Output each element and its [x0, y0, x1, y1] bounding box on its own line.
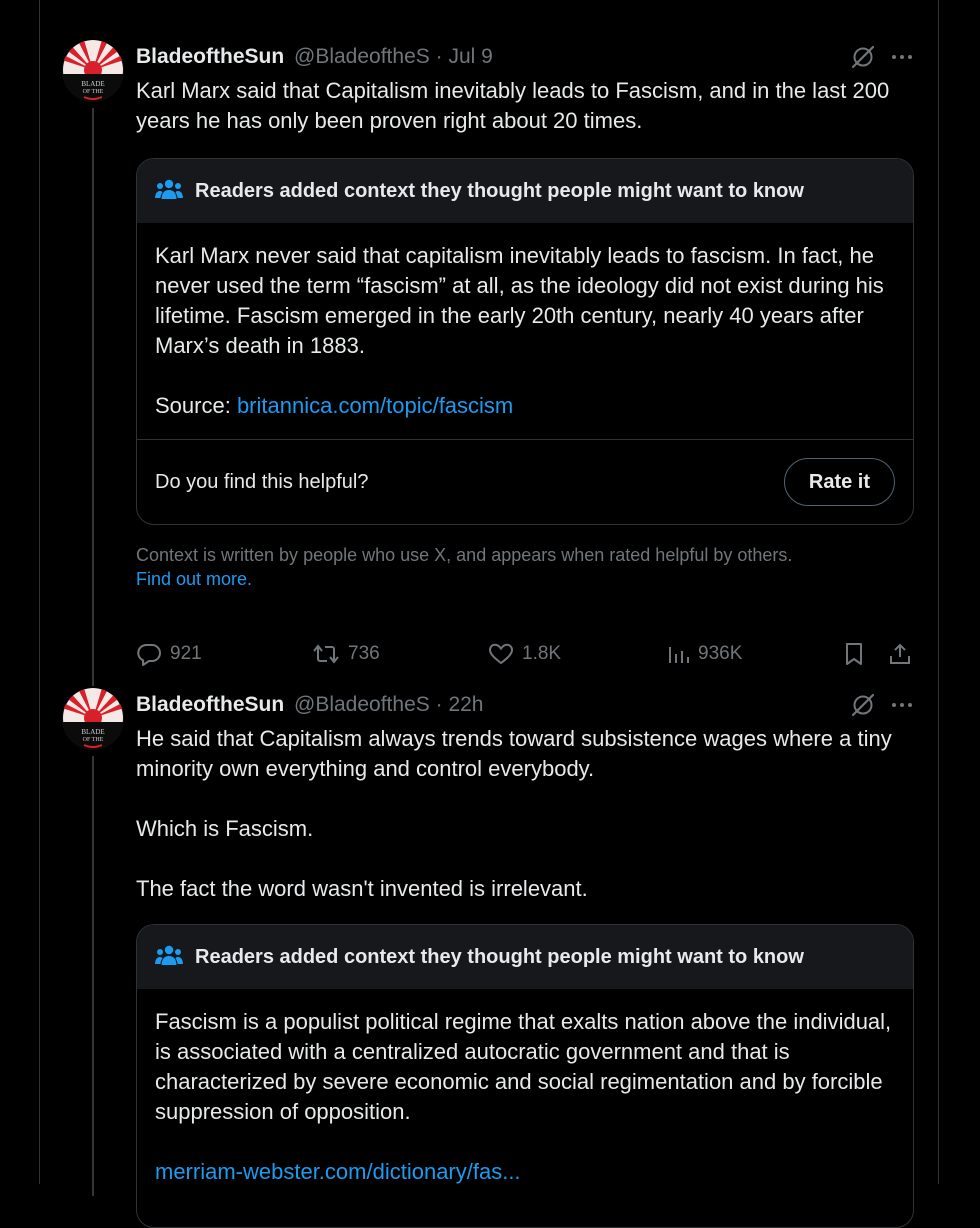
grok-slash-icon[interactable] — [850, 692, 876, 718]
avatar-logo-text: BLADE — [81, 728, 104, 736]
views-count: 936K — [698, 643, 743, 664]
note-header: Readers added context they thought peopl… — [137, 159, 913, 223]
note-body: Fascism is a populist political regime t… — [137, 989, 913, 1227]
note-header-label: Readers added context they thought peopl… — [195, 179, 804, 202]
grok-slash-icon[interactable] — [850, 44, 876, 70]
repost-count: 736 — [348, 643, 380, 664]
avatar-logo-text: BLADE — [81, 80, 104, 88]
avatar[interactable]: BLADE OF THE — [62, 40, 124, 102]
source-label: Source: — [155, 393, 237, 418]
timestamp[interactable]: 22h — [448, 693, 483, 716]
reply-icon — [136, 641, 162, 667]
tweet-text: He said that Capitalism always trends to… — [136, 726, 892, 901]
rate-it-button[interactable]: Rate it — [783, 458, 895, 506]
display-name[interactable]: BladeoftheSun — [136, 693, 284, 716]
bookmark-button[interactable] — [842, 639, 866, 669]
views-bars-icon — [666, 641, 690, 667]
community-notes-people-icon — [155, 177, 183, 206]
timeline-left-border — [39, 0, 40, 1184]
note-text: Fascism is a populist political regime t… — [155, 1009, 892, 1124]
source-link[interactable]: merriam-webster.com/dictionary/fas... — [155, 1159, 521, 1184]
tweet-text: Karl Marx said that Capitalism inevitabl… — [136, 78, 896, 133]
share-icon — [888, 641, 912, 667]
like-button[interactable]: 1.8K — [488, 639, 561, 669]
community-note: Readers added context they thought peopl… — [136, 158, 914, 525]
share-button[interactable] — [888, 639, 912, 669]
avatar[interactable]: BLADE OF THE — [62, 688, 124, 750]
avatar-logo-text: OF THE — [83, 89, 104, 95]
repost-button[interactable]: 736 — [312, 639, 380, 669]
thread-line — [92, 756, 94, 1196]
note-body: Karl Marx never said that capitalism ine… — [137, 223, 913, 439]
reply-count: 921 — [170, 643, 202, 664]
like-heart-icon — [488, 641, 514, 667]
repost-icon — [312, 641, 340, 667]
community-note: Readers added context they thought peopl… — [136, 924, 914, 1228]
display-name[interactable]: BladeoftheSun — [136, 45, 284, 68]
timeline-right-border — [938, 0, 939, 1184]
note-source: merriam-webster.com/dictionary/fas... — [155, 1157, 895, 1227]
separator-dot: · — [429, 45, 449, 68]
more-dots-icon[interactable] — [890, 693, 914, 717]
avatar-image: BLADE OF THE — [62, 688, 124, 750]
action-bar: 921 736 1.8K 936K — [136, 639, 914, 669]
like-count: 1.8K — [522, 643, 562, 664]
user-handle[interactable]: @BladeoftheS — [294, 45, 430, 68]
separator-dot: · — [429, 693, 449, 716]
reply-button[interactable]: 921 — [136, 639, 202, 669]
context-disclaimer: Context is written by people who use X, … — [136, 543, 914, 591]
note-header: Readers added context they thought peopl… — [137, 925, 913, 989]
tweet-header: BladeoftheSun @BladeoftheS · 22h — [136, 690, 914, 720]
source-link[interactable]: britannica.com/topic/fascism — [237, 393, 513, 418]
helpful-question: Do you find this helpful? — [155, 470, 369, 493]
more-dots-icon[interactable] — [890, 45, 914, 69]
note-text: Karl Marx never said that capitalism ine… — [155, 243, 884, 358]
tweet-header: BladeoftheSun @BladeoftheS · Jul 9 — [136, 42, 914, 72]
avatar-image: BLADE OF THE — [62, 40, 124, 102]
note-rating-row: Do you find this helpful? Rate it — [137, 439, 913, 524]
context-text: Context is written by people who use X, … — [136, 545, 793, 565]
find-out-more-link[interactable]: Find out more. — [136, 567, 914, 591]
thread-line — [92, 108, 94, 686]
bookmark-icon — [842, 641, 866, 667]
user-handle[interactable]: @BladeoftheS — [294, 693, 430, 716]
note-source: Source: britannica.com/topic/fascism — [155, 391, 895, 439]
community-notes-people-icon — [155, 943, 183, 972]
note-header-label: Readers added context they thought peopl… — [195, 945, 804, 968]
views-button[interactable]: 936K — [666, 639, 742, 669]
timestamp[interactable]: Jul 9 — [448, 45, 492, 68]
avatar-logo-text: OF THE — [83, 737, 104, 743]
